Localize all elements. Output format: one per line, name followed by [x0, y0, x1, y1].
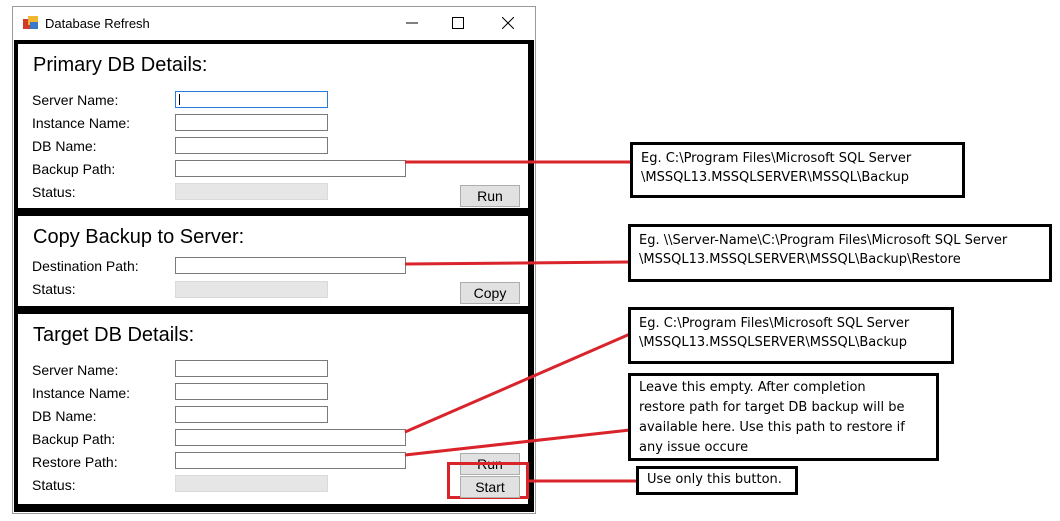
primary-backup-callout: Eg. C:\Program Files\Microsoft SQL Serve… — [630, 142, 965, 198]
restore-callout: Leave this empty. After completion resto… — [628, 373, 939, 461]
callout-line: Use only this button. — [647, 472, 782, 487]
start-button[interactable]: Start — [460, 476, 520, 498]
callout-line: any issue occure — [639, 440, 749, 455]
callout-line: Eg. \\Server-Name\C:\Program Files\Micro… — [639, 233, 1008, 248]
restore-connector — [404, 428, 631, 457]
callout-line: Eg. C:\Program Files\Microsoft SQL Serve… — [639, 316, 910, 331]
callout-line: restore path for target DB backup will b… — [639, 400, 905, 415]
copy-dest-connector — [404, 260, 631, 266]
target-backup-callout: Eg. C:\Program Files\Microsoft SQL Serve… — [628, 307, 954, 364]
start-callout: Use only this button. — [636, 466, 798, 495]
target-backup-connector — [404, 332, 631, 434]
callout-line: \MSSQL13.MSSQLSERVER\MSSQL\Backup — [641, 170, 909, 185]
callout-line: Eg. C:\Program Files\Microsoft SQL Serve… — [641, 151, 912, 166]
callout-line: Leave this empty. After completion — [639, 380, 866, 395]
callout-line: \MSSQL13.MSSQLSERVER\MSSQL\Backup\Restor… — [639, 252, 961, 267]
callout-line: available here. Use this path to restore… — [639, 420, 905, 435]
copy-dest-callout: Eg. \\Server-Name\C:\Program Files\Micro… — [628, 224, 1052, 282]
callout-line: \MSSQL13.MSSQLSERVER\MSSQL\Backup — [639, 335, 907, 350]
